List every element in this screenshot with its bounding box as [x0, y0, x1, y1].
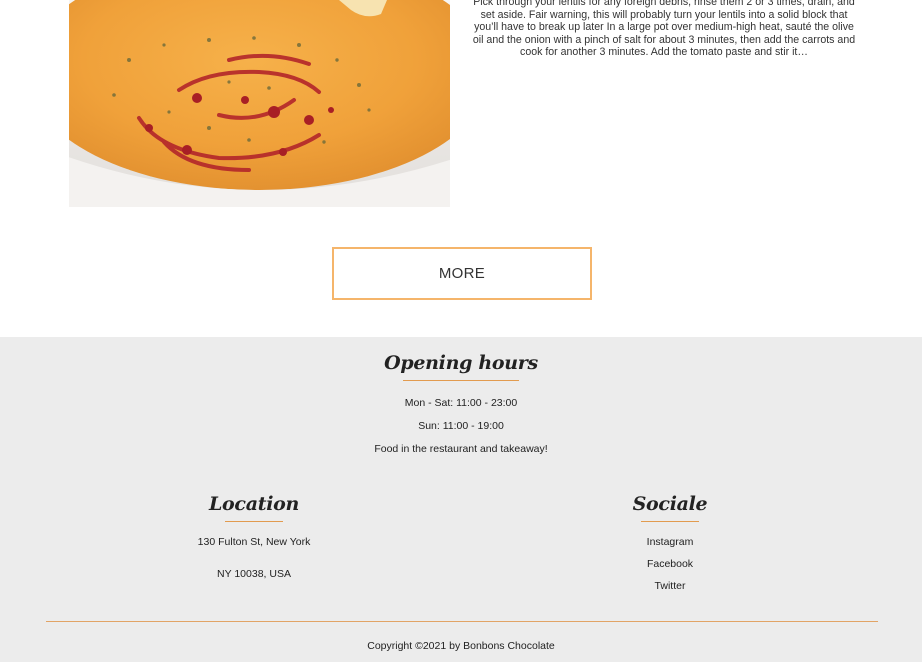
- social-section: Sociale Instagram Facebook Twitter: [570, 491, 770, 592]
- address-street: 130 Fulton St, New York: [197, 536, 311, 548]
- facebook-link[interactable]: Facebook: [570, 558, 770, 570]
- hours-weekday: Mon - Sat: 11:00 - 23:00: [404, 397, 518, 409]
- social-heading: Sociale: [632, 493, 708, 515]
- recipe-section: Pick through your lentils for any foreig…: [0, 0, 922, 337]
- opening-hours-section: Opening hours Mon - Sat: 11:00 - 23:00 S…: [0, 350, 922, 455]
- address-city: NY 10038, USA: [217, 568, 291, 580]
- site-footer: Opening hours Mon - Sat: 11:00 - 23:00 S…: [0, 337, 922, 662]
- social-underline: [641, 521, 699, 522]
- location-underline: [225, 521, 283, 522]
- recipe-description: Pick through your lentils for any foreig…: [472, 0, 856, 59]
- soup-image: [69, 0, 450, 207]
- twitter-link[interactable]: Twitter: [570, 580, 770, 592]
- opening-hours-heading: Opening hours: [384, 352, 538, 374]
- instagram-link[interactable]: Instagram: [570, 536, 770, 548]
- opening-hours-underline: [403, 380, 519, 381]
- more-button[interactable]: MORE: [332, 247, 592, 300]
- footer-divider: [46, 621, 878, 622]
- location-heading: Location: [209, 493, 299, 515]
- copyright-text: Copyright ©2021 by Bonbons Chocolate: [367, 640, 555, 652]
- soup-illustration: [69, 0, 450, 207]
- hours-sunday: Sun: 11:00 - 19:00: [418, 420, 504, 432]
- hours-note: Food in the restaurant and takeaway!: [374, 443, 548, 455]
- location-section: Location 130 Fulton St, New York NY 1003…: [154, 491, 354, 580]
